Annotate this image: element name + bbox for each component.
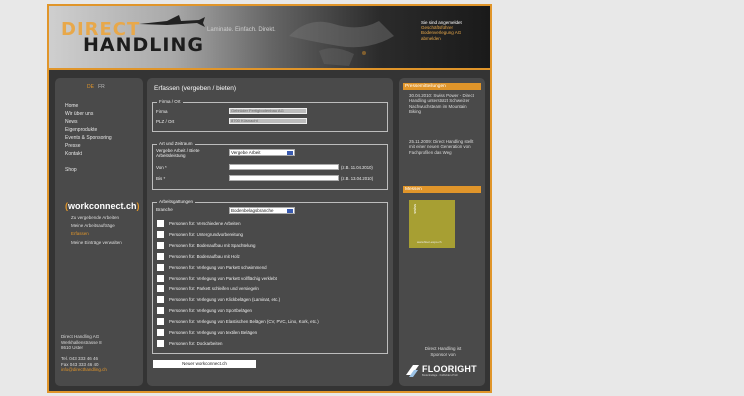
sub-item-my-jobs[interactable]: Meine Arbeitsaufträge	[71, 222, 122, 230]
lang-de-link[interactable]: DE	[87, 84, 94, 90]
sponsor-text: Direct Handling ist Sponsor von	[424, 346, 462, 357]
branche-select-value: Bodenbelagsbranche	[231, 208, 274, 213]
language-switch: DE FR	[87, 84, 105, 90]
job-category-checkbox[interactable]	[157, 220, 164, 227]
job-category-checkbox[interactable]	[157, 274, 164, 282]
flooright-tagline: Bodenbeläge · Fußböden-Profi	[422, 374, 458, 377]
company-address: Direct Handling AG Werkhallenstrasse 8 8…	[61, 334, 107, 373]
job-category-checkbox[interactable]	[157, 318, 164, 326]
von-label: Von *	[156, 165, 167, 170]
flooright-word: FLOORIGHT	[422, 364, 477, 374]
nav-item-home[interactable]: Home	[65, 102, 112, 110]
workconnect-menu: Zu vergebende Arbeiten Meine Arbeitsauft…	[71, 214, 122, 247]
press-header: Pressemitteilungen	[403, 83, 481, 90]
main-content-panel: Erfassen (vergeben / bieten) Firma / Ort…	[147, 78, 393, 386]
type-select[interactable]: Vergebe Arbeit	[229, 149, 295, 156]
job-category-label: Personen für: Verlegung von Parkett schw…	[169, 264, 267, 270]
type-select-value: Vergebe Arbeit	[231, 150, 261, 155]
job-category-label: Personen für: Verlegung von Sportbelägen	[169, 308, 252, 314]
chevron-down-icon	[287, 209, 293, 213]
job-category-checkbox[interactable]	[157, 230, 164, 238]
job-category-label: Personen für: Dockarbeiten	[169, 340, 223, 346]
site-frame: DIRECT HANDLING Laminate. Einfach. Direk…	[47, 4, 492, 393]
job-category-label: Personen für: Parkett schleifen und vers…	[169, 286, 259, 292]
right-sidebar: Pressemitteilungen 30.04.2010: Swiss Pow…	[399, 78, 485, 386]
chevron-down-icon	[287, 151, 293, 155]
job-category-label: Personen für: Verlegung von Elastischen …	[169, 319, 319, 325]
job-category-label: Personen für: Verlegung von Parkett voll…	[169, 275, 277, 281]
bis-hint: (z.B. 13.04.2010)	[341, 176, 374, 181]
left-nav-panel: DE FR Home Wir über uns News Eigenproduk…	[55, 78, 143, 386]
branche-label: Branche	[156, 207, 173, 212]
fieldset-art: Art und Zeitraum Vergebe Arbeit / Biete …	[152, 141, 388, 190]
branche-select[interactable]: Bodenbelagsbranche	[229, 207, 295, 214]
plz-field: 8700 Küsnacht	[229, 118, 307, 124]
main-menu: Home Wir über uns News Eigenprodukte Eve…	[65, 102, 112, 174]
fieldset-arbeitsgattungen: Arbeitsgattungen Branche Bodenbelagsbran…	[152, 199, 388, 354]
type-label: Vergebe Arbeit / Biete Arbeitsleistung	[156, 148, 200, 158]
nav-item-products[interactable]: Eigenprodukte	[65, 126, 112, 134]
logo-handling[interactable]: HANDLING	[83, 34, 204, 56]
job-category-checkbox[interactable]	[157, 307, 164, 315]
workconnect-text: workconnect.ch	[68, 201, 137, 211]
fieldset-firma: Firma / Ort Firma Gebrüder Fertigbodenba…	[152, 99, 388, 132]
flooright-logo[interactable]: FLOORIGHT Bodenbeläge · Fußböden-Profi	[405, 362, 483, 378]
firma-field: Gebrüder Fertigbodenbau AG	[229, 108, 307, 114]
submit-button[interactable]: Neuer workconnect.ch	[153, 360, 256, 368]
news-item[interactable]: 30.04.2010: Swiss Power - Direct Handlin…	[409, 93, 479, 115]
von-date-input[interactable]	[229, 164, 339, 170]
bis-label: Bis *	[156, 176, 166, 181]
address-email-link[interactable]: info@directhandling.ch	[61, 367, 107, 373]
job-category-label: Personen für: Verlegung von textilen Bel…	[169, 330, 258, 335]
firma-label: Firma	[156, 109, 168, 114]
login-info: Sie sind angemeldet Geschäftsführer Bode…	[421, 20, 487, 41]
job-category-checkbox[interactable]	[157, 263, 164, 271]
sub-item-jobs[interactable]: Zu vergebende Arbeiten	[71, 214, 122, 222]
lang-fr-link[interactable]: FR	[98, 84, 105, 90]
fairs-header: Messen	[403, 186, 481, 193]
fieldset-legend: Art und Zeitraum	[157, 141, 195, 146]
nav-item-events[interactable]: Events & Sponsoring	[65, 134, 112, 142]
job-category-checkbox[interactable]	[157, 339, 164, 347]
job-category-checkbox[interactable]	[157, 285, 164, 293]
page-title: Erfassen (vergeben / bieten)	[154, 85, 237, 92]
job-category-label: Personen für: Verschiedene Arbeiten	[169, 221, 241, 226]
fair-banner[interactable]: swiss www.floor-expo.ch	[409, 200, 455, 248]
world-map-graphic	[289, 21, 394, 66]
sub-item-manage[interactable]: Meine Einträge verwalten	[71, 239, 122, 247]
banner-text: swiss	[412, 204, 417, 214]
nav-item-press[interactable]: Presse	[65, 142, 112, 150]
job-category-checkbox[interactable]	[157, 252, 164, 260]
von-hint: (z.B. 11.04.2010)	[341, 165, 373, 170]
job-category-checkbox[interactable]	[157, 241, 164, 249]
sub-item-create[interactable]: Erfassen	[71, 230, 122, 238]
fieldset-legend: Arbeitsgattungen	[157, 199, 196, 204]
header-tagline: Laminate. Einfach. Direkt.	[207, 27, 276, 33]
nav-item-shop[interactable]: Shop	[65, 166, 112, 174]
job-category-checkbox[interactable]	[157, 296, 164, 304]
logout-link[interactable]: abmelden	[421, 36, 487, 41]
bis-date-input[interactable]	[229, 175, 339, 181]
banner-caption: www.floor-expo.ch	[417, 240, 442, 244]
nav-item-contact[interactable]: Kontakt	[65, 150, 112, 158]
job-category-checkbox[interactable]	[157, 329, 164, 336]
job-category-label: Personen für: Verlegung von Klickbelägen…	[169, 297, 281, 303]
news-item[interactable]: 25.11.2009: Direct Handling stellt mit e…	[409, 139, 479, 155]
fieldset-legend: Firma / Ort	[157, 99, 183, 104]
job-category-label: Personen für: Bodenaufbau mit Spachtelun…	[169, 242, 256, 248]
bracket-right-icon: )	[136, 201, 140, 211]
site-header: DIRECT HANDLING Laminate. Einfach. Direk…	[49, 6, 490, 70]
nav-item-news[interactable]: News	[65, 118, 112, 126]
flooright-icon	[406, 365, 419, 377]
workconnect-logo[interactable]: (workconnect.ch)	[65, 201, 140, 211]
plz-label: PLZ / Ort	[156, 119, 175, 124]
job-category-label: Personen für: Bodenaufbau mit Holz	[169, 253, 240, 259]
shark-icon	[139, 15, 205, 27]
job-category-label: Personen für: Untergrundvorbereitung	[169, 231, 243, 237]
nav-item-about[interactable]: Wir über uns	[65, 110, 112, 118]
